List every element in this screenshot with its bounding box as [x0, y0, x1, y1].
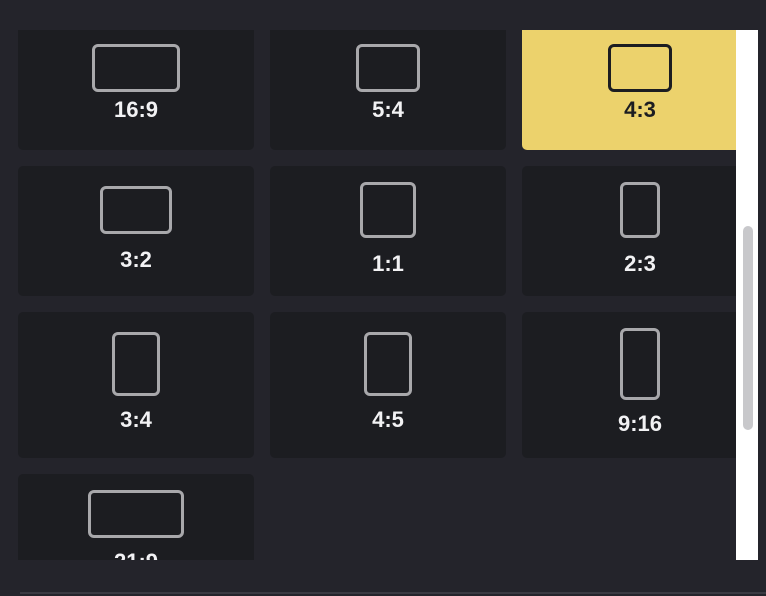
ratio-label: 4:3	[624, 97, 656, 122]
ratio-21-9-preview-icon	[88, 490, 184, 538]
ratio-label: 3:2	[120, 247, 152, 272]
ratio-label: 16:9	[113, 97, 159, 122]
ratio-3-4-preview-icon	[112, 332, 160, 396]
ratio-label: 2:3	[624, 251, 656, 276]
ratio-option-9-16[interactable]: 9:16	[522, 312, 736, 458]
aspect-ratio-grid: 16:9 5:4 4:3 3:2 1:1 2:3 3:4 4:5 9:16 21…	[0, 30, 736, 560]
ratio-label: 21:9	[18, 550, 254, 561]
ratio-option-4-5[interactable]: 4:5	[270, 312, 506, 458]
ratio-1-1-preview-icon	[360, 182, 416, 238]
ratio-5-4-preview-icon	[356, 44, 420, 92]
panel-divider	[20, 592, 766, 594]
ratio-label: 9:16	[617, 411, 663, 436]
ratio-option-3-2[interactable]: 3:2	[18, 166, 254, 296]
ratio-option-16-9[interactable]: 16:9	[18, 30, 254, 150]
ratio-label: 3:4	[120, 407, 152, 432]
ratio-option-4-3[interactable]: 4:3	[522, 30, 736, 150]
ratio-2-3-preview-icon	[620, 182, 660, 238]
ratio-3-2-preview-icon	[100, 186, 172, 234]
ratio-4-3-preview-icon	[608, 44, 672, 92]
vertical-scrollbar[interactable]	[736, 30, 758, 560]
ratio-label: 4:5	[372, 407, 404, 432]
ratio-9-16-preview-icon	[620, 328, 660, 400]
ratio-16-9-preview-icon	[92, 44, 180, 92]
ratio-label: 1:1	[372, 251, 404, 276]
ratio-label: 5:4	[372, 97, 404, 122]
scrollbar-thumb[interactable]	[743, 226, 753, 430]
ratio-option-1-1[interactable]: 1:1	[270, 166, 506, 296]
ratio-option-21-9[interactable]: 21:9	[18, 474, 254, 560]
ratio-4-5-preview-icon	[364, 332, 412, 396]
ratio-option-5-4[interactable]: 5:4	[270, 30, 506, 150]
ratio-option-2-3[interactable]: 2:3	[522, 166, 736, 296]
ratio-option-3-4[interactable]: 3:4	[18, 312, 254, 458]
